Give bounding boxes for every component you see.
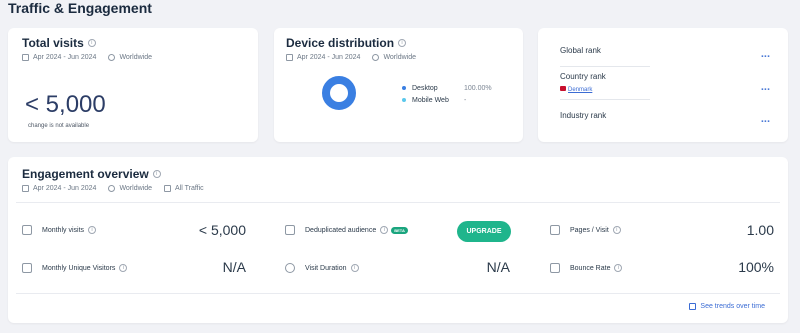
metric-pages-per-visit: Pages / Visit i: [550, 225, 621, 235]
globe-icon: [108, 54, 116, 61]
info-icon[interactable]: i: [152, 170, 161, 178]
trends-icon: [689, 303, 697, 310]
bounce-rate-value: 100%: [738, 259, 774, 275]
region: Worldwide: [383, 54, 416, 61]
rank-divider: [560, 99, 650, 100]
metric-label: Visit Duration: [305, 264, 347, 272]
device-distribution-card: Device distribution i Apr 2024 - Jun 202…: [274, 28, 523, 142]
rank-divider: [560, 66, 650, 67]
clock-icon: [285, 263, 295, 273]
users-icon: [285, 225, 295, 235]
date-range: Apr 2024 - Jun 2024: [33, 185, 97, 192]
see-trends-link[interactable]: See trends over time: [689, 303, 765, 310]
metric-monthly-unique: Monthly Unique Visitors i: [22, 263, 128, 273]
total-visits-note: change is not available: [28, 123, 90, 129]
country-rank-label: Country rank: [560, 72, 606, 81]
pages-per-visit-value: 1.00: [746, 222, 774, 238]
legend-row-desktop: Desktop 100.00%: [402, 82, 492, 94]
info-icon[interactable]: i: [119, 264, 128, 272]
pages-icon: [550, 225, 560, 235]
denmark-flag-icon: [560, 86, 566, 92]
device-donut-chart: [322, 76, 356, 110]
globe-icon: [372, 54, 380, 61]
legend-value: -: [464, 96, 467, 104]
visit-duration-value: N/A: [486, 259, 510, 275]
legend-label: Mobile Web: [412, 96, 449, 104]
info-icon[interactable]: i: [398, 39, 407, 47]
bounce-icon: [550, 263, 560, 273]
metric-visit-duration: Visit Duration i: [285, 263, 359, 273]
device-distribution-title: Device distribution: [286, 36, 395, 50]
engagement-divider: [16, 202, 780, 203]
metric-label: Monthly visits: [42, 226, 85, 234]
engagement-title: Engagement overview: [22, 167, 149, 181]
metric-bounce-rate: Bounce Rate i: [550, 263, 623, 273]
traffic-icon: [164, 185, 171, 192]
legend-label: Desktop: [412, 84, 438, 92]
metric-monthly-visits: Monthly visits i: [22, 225, 97, 235]
info-icon[interactable]: i: [88, 226, 97, 234]
device-distribution-meta: Apr 2024 - Jun 2024 Worldwide: [286, 54, 511, 61]
metric-label: Bounce Rate: [570, 264, 611, 272]
upgrade-button[interactable]: UPGRADE: [457, 221, 511, 242]
calendar-icon: [22, 225, 32, 235]
total-visits-meta: Apr 2024 - Jun 2024 Worldwide: [22, 54, 244, 61]
calendar-icon: [22, 185, 29, 192]
info-icon[interactable]: i: [350, 264, 359, 272]
country-rank-value: ...: [760, 81, 770, 93]
country-rank-country[interactable]: Denmark: [560, 84, 768, 93]
engagement-divider: [16, 293, 780, 294]
engagement-title-row: Engagement overview i: [22, 167, 204, 181]
monthly-unique-value: N/A: [222, 259, 246, 275]
calendar-icon: [22, 54, 29, 61]
total-visits-value: < 5,000: [25, 91, 106, 118]
metric-label: Pages / Visit: [570, 226, 609, 234]
info-icon[interactable]: i: [87, 39, 96, 47]
engagement-card: Engagement overview i Apr 2024 - Jun 202…: [8, 157, 788, 323]
legend-row-mobile: Mobile Web -: [402, 94, 492, 106]
industry-rank-value: ...: [760, 113, 770, 125]
date-range: Apr 2024 - Jun 2024: [33, 54, 97, 61]
globe-icon: [108, 185, 116, 192]
total-visits-card: Total visits i Apr 2024 - Jun 2024 World…: [8, 28, 258, 142]
global-rank-label: Global rank: [560, 46, 601, 55]
industry-rank-label: Industry rank: [560, 111, 607, 120]
metric-label: Deduplicated audience: [305, 226, 377, 234]
date-range: Apr 2024 - Jun 2024: [297, 54, 361, 61]
monthly-visits-value: < 5,000: [198, 222, 246, 238]
beta-badge: BETA: [391, 226, 408, 234]
see-trends-label[interactable]: See trends over time: [700, 303, 765, 310]
country-link[interactable]: Denmark: [568, 87, 592, 93]
unique-visitors-icon: [22, 263, 32, 273]
ranks-card: Global rank ... Country rank Denmark ...…: [538, 28, 788, 142]
region: Worldwide: [119, 185, 152, 192]
engagement-meta: Apr 2024 - Jun 2024 Worldwide All Traffi…: [22, 185, 204, 192]
calendar-icon: [286, 54, 293, 61]
info-icon[interactable]: i: [612, 226, 621, 234]
region: Worldwide: [119, 54, 152, 61]
metric-dedup-audience: Deduplicated audience i BETA: [285, 225, 408, 235]
total-visits-title-row: Total visits i: [22, 36, 244, 50]
info-icon[interactable]: i: [380, 226, 389, 234]
device-legend: Desktop 100.00% Mobile Web -: [402, 82, 492, 106]
legend-dot-desktop: [402, 86, 406, 90]
info-icon[interactable]: i: [614, 264, 623, 272]
legend-value: 100.00%: [464, 84, 492, 92]
device-distribution-title-row: Device distribution i: [286, 36, 511, 50]
global-rank-value: ...: [760, 48, 770, 60]
traffic-filter: All Traffic: [175, 185, 204, 192]
legend-dot-mobile: [402, 98, 406, 102]
total-visits-title: Total visits: [22, 36, 84, 50]
page-title: Traffic & Engagement: [8, 0, 152, 16]
metric-label: Monthly Unique Visitors: [42, 264, 116, 272]
